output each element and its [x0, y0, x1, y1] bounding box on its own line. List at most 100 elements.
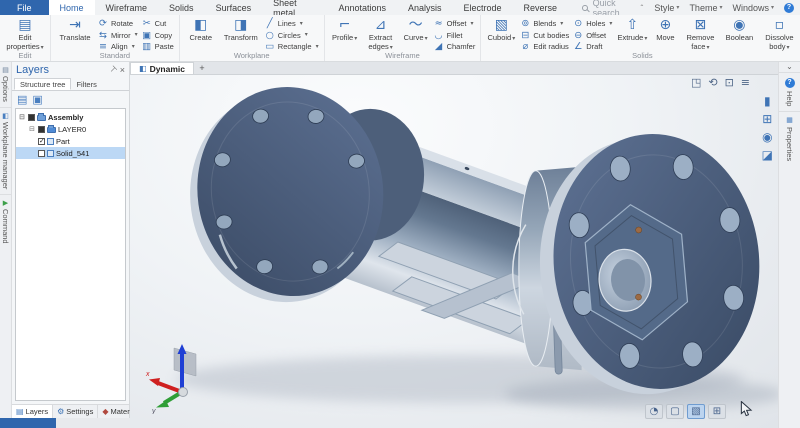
multi-view-button[interactable]: ⊞	[708, 404, 726, 419]
quick-search[interactable]: Quick search	[582, 0, 639, 15]
collapse-icon[interactable]: ⊟	[18, 114, 26, 121]
button-label: Move	[656, 34, 674, 43]
translate-icon: ⇥	[69, 18, 81, 34]
viewport-menu-icon[interactable]: ≡	[741, 77, 750, 88]
cut-bodies-button[interactable]: ⊟Cut bodies	[520, 31, 569, 41]
tree-node-part[interactable]: Part	[16, 135, 125, 147]
tree-node-solid-541[interactable]: Solid_541	[16, 147, 125, 159]
profile-button[interactable]: ⌐ Profile▾	[330, 18, 360, 43]
collapse-icon[interactable]: ⊟	[28, 126, 36, 133]
layers-toolbar: ▤ ▣	[12, 91, 129, 107]
grid-mode-icon[interactable]: ⊞	[762, 113, 773, 125]
tab-analysis[interactable]: Analysis	[397, 0, 453, 15]
shaded-display-button[interactable]: ▧	[687, 404, 705, 419]
button-label: Transform	[224, 34, 258, 43]
checkbox[interactable]	[28, 114, 35, 121]
lines-button[interactable]: ╱Lines▾	[265, 19, 319, 29]
document-tab-dynamic[interactable]: ◧ Dynamic	[130, 62, 194, 74]
close-icon[interactable]: ×	[120, 65, 125, 75]
tab-solids[interactable]: Solids	[158, 0, 205, 15]
bottom-tab-layers[interactable]: ▤ Layers	[12, 405, 53, 418]
perspective-view-button[interactable]: ◔	[645, 404, 663, 419]
translate-button[interactable]: ⇥ Translate	[56, 18, 94, 43]
create-workplane-button[interactable]: ◧ Create	[185, 18, 217, 43]
fillet-button[interactable]: ◡Fillet	[434, 31, 476, 41]
edit-properties-button[interactable]: ▤ Edit properties▾	[5, 18, 45, 51]
help-icon: ?	[785, 78, 795, 88]
search-icon	[582, 5, 588, 11]
mirror-button[interactable]: ⇆Mirror▾	[98, 31, 138, 41]
axis-x-label: x	[145, 371, 150, 378]
side-tab-command[interactable]: ▶ Command	[0, 195, 11, 249]
show-hide-button[interactable]: ▢	[666, 404, 684, 419]
offset-solid-button[interactable]: ⊖Offset	[573, 31, 612, 41]
checkbox[interactable]	[38, 138, 45, 145]
tab-reverse[interactable]: Reverse	[513, 0, 569, 15]
circles-icon: ○	[265, 31, 275, 41]
side-tab-workplane-manager[interactable]: ◧ Workplane manager	[0, 108, 11, 195]
tab-filters[interactable]: Filters	[71, 78, 101, 90]
copy-button[interactable]: ▣Copy	[142, 31, 174, 41]
rotate-icon: ⟳	[98, 19, 108, 29]
model-flanged-shaft[interactable]	[130, 75, 778, 428]
tab-electrode[interactable]: Electrode	[453, 0, 513, 15]
tab-file[interactable]: File	[0, 0, 49, 15]
orbit-icon[interactable]: ⟲	[708, 77, 717, 88]
new-document-button[interactable]: +	[194, 62, 210, 74]
lines-icon: ╱	[265, 19, 275, 29]
chevron-down-icon[interactable]: ⌄	[786, 62, 793, 72]
checkbox[interactable]	[38, 126, 45, 133]
help-icon[interactable]: ?	[784, 3, 794, 13]
cut-button[interactable]: ✂Cut	[142, 19, 174, 29]
extrude-button[interactable]: ⇧ Extrude▾	[616, 18, 648, 43]
section-view-icon[interactable]: ◪	[762, 149, 773, 161]
dissolve-body-button[interactable]: ▫ Dissolve body▾	[760, 18, 798, 51]
group-label: Standard	[51, 51, 179, 61]
tab-surfaces[interactable]: Surfaces	[205, 0, 263, 15]
view-cube-icon[interactable]: ◳	[691, 77, 701, 88]
save-icon[interactable]: ▣	[32, 94, 42, 105]
tab-home[interactable]: Home	[49, 0, 95, 15]
button-label: Dissolve body▾	[760, 34, 798, 51]
rotate-button[interactable]: ⟳Rotate	[98, 19, 138, 29]
menu-theme[interactable]: Theme▾	[689, 3, 722, 13]
remove-face-button[interactable]: ⊠ Remove face▾	[682, 18, 718, 51]
holes-button[interactable]: ⊙Holes▾	[573, 19, 612, 29]
tree-node-layer0[interactable]: ⊟ LAYER0	[16, 123, 125, 135]
chevron-down-icon: ▾	[676, 5, 679, 11]
side-tab-help[interactable]: ? Help	[779, 72, 800, 111]
offset-button[interactable]: ≈Offset▾	[434, 19, 476, 29]
tree-node-assembly[interactable]: ⊟ Assembly	[16, 111, 125, 123]
curve-button[interactable]: ～ Curve▾	[402, 18, 430, 43]
group-label: Edit	[0, 51, 50, 61]
transform-workplane-button[interactable]: ◨ Transform	[221, 18, 261, 43]
menu-style[interactable]: Style▾	[654, 3, 679, 13]
layer-stack-icon[interactable]: ▤	[17, 94, 27, 105]
boolean-button[interactable]: ◉ Boolean	[722, 18, 756, 43]
checkbox[interactable]	[38, 150, 45, 157]
profile-icon: ⌐	[339, 18, 351, 34]
tab-structure-tree[interactable]: Structure tree	[14, 78, 71, 90]
collapse-ribbon-icon[interactable]: ⌃	[639, 5, 644, 11]
blends-button[interactable]: ⊚Blends▾	[520, 19, 569, 29]
3d-viewport[interactable]: ◳ ⟲ ⊡ ≡ ▮ ⊞ ◉ ◪ ◔ ▢ ▧ ⊞ x y	[130, 75, 778, 428]
menu-windows[interactable]: Windows▾	[732, 3, 774, 13]
shade-mode-icon[interactable]: ▮	[762, 95, 773, 107]
pin-icon[interactable]: ⊤	[107, 65, 118, 76]
bottom-tab-settings[interactable]: ⚙ Settings	[53, 405, 98, 418]
zoom-fit-icon[interactable]: ⊡	[725, 77, 734, 88]
axis-triad[interactable]: x y	[144, 342, 216, 414]
tab-annotations[interactable]: Annotations	[327, 0, 397, 15]
remove-face-icon: ⊠	[695, 18, 707, 34]
side-tab-options[interactable]: ▤ Options	[0, 62, 11, 108]
tab-wireframe[interactable]: Wireframe	[95, 0, 159, 15]
cuboid-button[interactable]: ▧ Cuboid▾	[486, 18, 516, 43]
move-button[interactable]: ⊕ Move	[652, 18, 678, 43]
circles-button[interactable]: ○Circles▾	[265, 31, 319, 41]
tab-sheet-metal[interactable]: Sheet metal	[262, 0, 327, 15]
part-cube-icon: ◧	[139, 65, 147, 73]
offset-solid-icon: ⊖	[573, 31, 583, 41]
side-tab-properties[interactable]: ▦ Properties	[779, 111, 800, 166]
extract-edges-button[interactable]: ⊿ Extract edges▾	[364, 18, 398, 51]
visual-settings-icon[interactable]: ◉	[762, 131, 773, 143]
